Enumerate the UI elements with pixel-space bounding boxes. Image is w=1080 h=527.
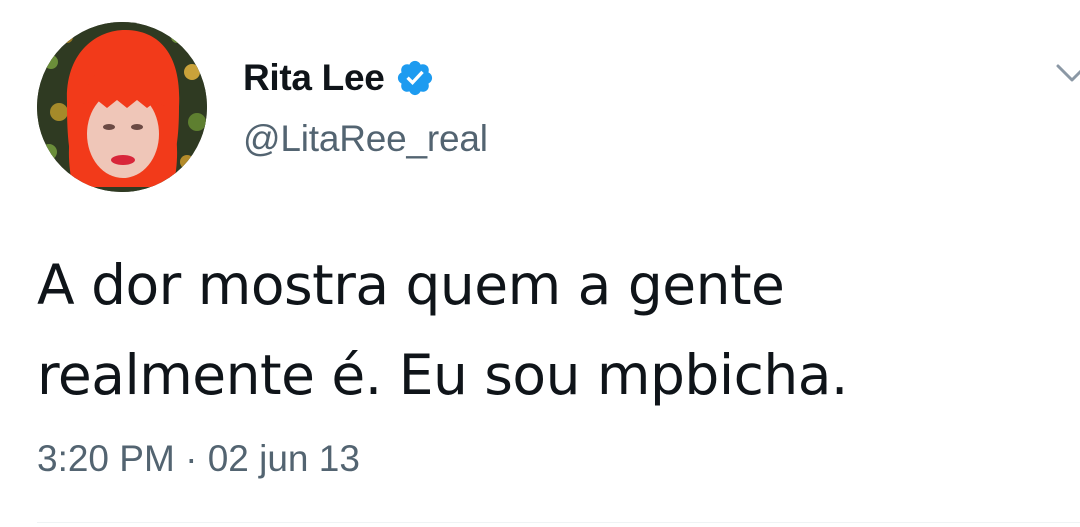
tweet-text-line: A dor mostra quem a gente [37,253,785,317]
avatar[interactable] [37,22,207,192]
verified-badge-icon [397,60,432,96]
avatar-portrait [37,22,207,192]
meta-separator: · [174,438,208,479]
tweet-date[interactable]: 02 jun 13 [208,438,360,480]
chevron-down-icon[interactable] [1052,58,1080,88]
tweet-text: A dor mostra quem a gente realmente é. E… [37,240,1047,420]
author-handle[interactable]: @LitaRee_real [243,118,488,160]
divider [37,522,1080,523]
tweet-meta: 3:20 PM · 02 jun 13 [37,438,360,480]
tweet-text-line: realmente é. Eu sou mpbicha. [37,343,848,407]
author-name-row: Rita Lee [243,52,435,104]
author-display-name[interactable]: Rita Lee [243,57,385,99]
tweet-time[interactable]: 3:20 PM [37,438,175,480]
